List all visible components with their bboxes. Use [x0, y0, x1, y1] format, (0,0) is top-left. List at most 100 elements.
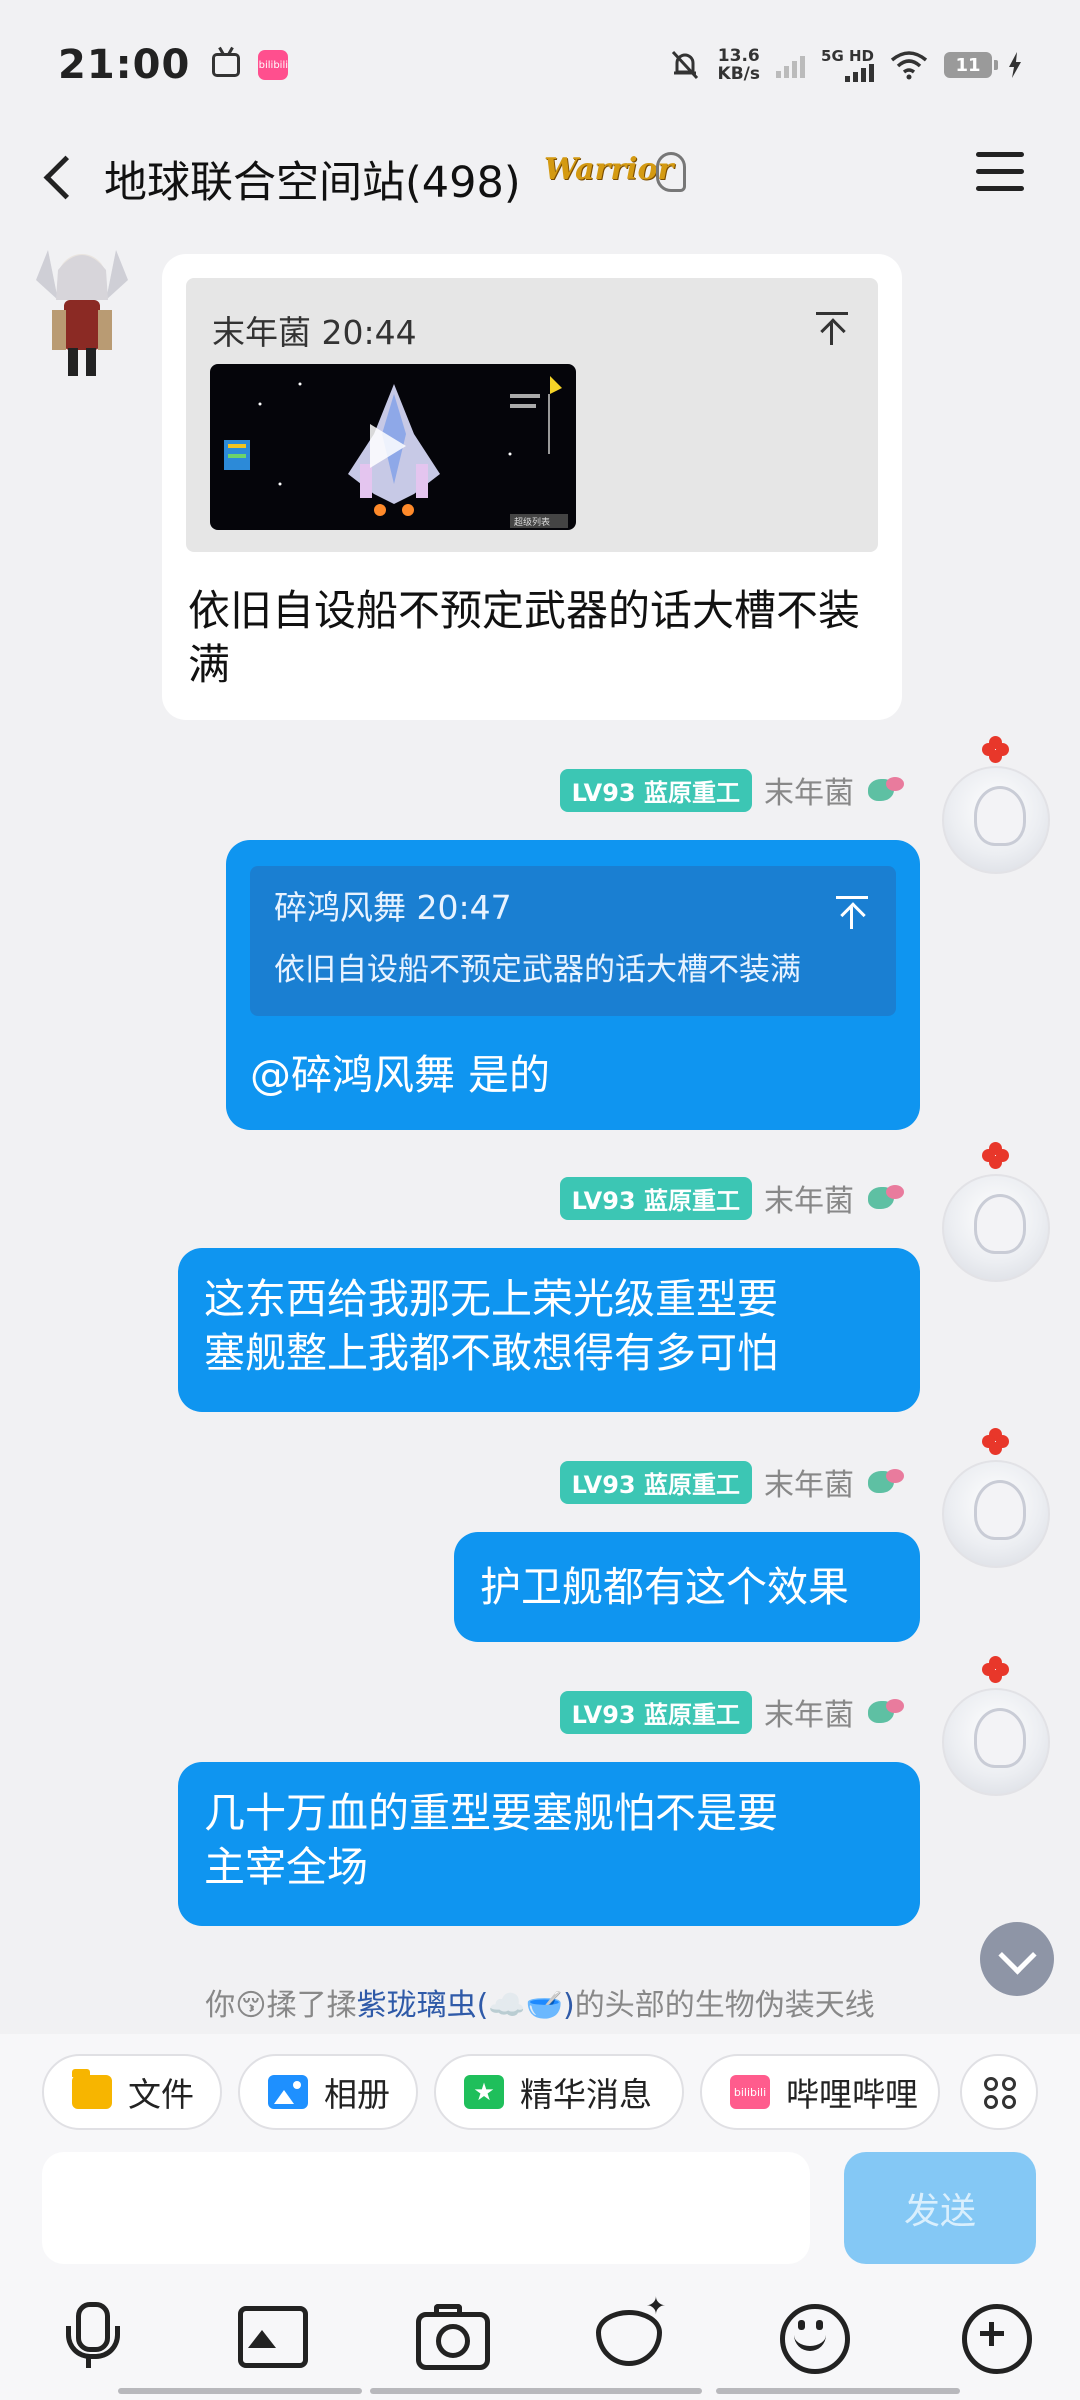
album-icon	[268, 2075, 308, 2109]
flower-accessory	[982, 1142, 1010, 1170]
microphone-icon[interactable]	[52, 2296, 128, 2372]
more-apps-button[interactable]	[960, 2054, 1038, 2130]
battery-icon: 11	[944, 52, 998, 78]
message-bubble[interactable]: 末年菌 20:44 超级列表 依旧自设船不预定武器的话大槽不装满	[162, 254, 902, 720]
net-speed-unit: KB/s	[717, 64, 761, 84]
sender-row: LV93 蓝原重工 末年菌	[559, 768, 906, 812]
quick-action-label: 哔哩哔哩	[786, 2075, 918, 2114]
chat-header: 地球联合空间站(498) Warrior	[0, 130, 1080, 230]
ear-icon[interactable]	[656, 152, 686, 192]
sender-row: LV93 蓝原重工 末年菌	[559, 1460, 906, 1504]
notice-action: 揉了揉	[266, 1988, 357, 2023]
status-time: 21:00	[58, 42, 191, 88]
image-icon[interactable]	[232, 2296, 308, 2372]
jump-to-quote-icon[interactable]	[816, 312, 848, 345]
quick-action-label: 精华消息	[520, 2075, 652, 2114]
quick-action-album[interactable]: 相册	[238, 2054, 418, 2130]
avatar-other[interactable]	[28, 240, 136, 380]
scroll-to-bottom-button[interactable]	[980, 1922, 1054, 1996]
quick-action-row: 文件 相册 ★ 精华消息 bilibili 哔哩哔哩	[0, 2054, 1080, 2132]
message-bubble[interactable]: 这东西给我那无上荣光级重型要 塞舰整上我都不敢想得有多可怕	[178, 1248, 920, 1412]
message-text: 依旧自设船不预定武器的话大槽不装满	[188, 586, 861, 689]
notice-suffix: 的头部的生物伪装天线	[574, 1988, 875, 2023]
status-bar: 21:00 bilibili 13.6 KB/s 5G HD 11	[0, 0, 1080, 130]
avatar-self[interactable]	[942, 1174, 1050, 1282]
sender-name[interactable]: 末年菌	[764, 1690, 854, 1734]
signal-1-icon	[776, 52, 806, 78]
dragon-icon	[866, 1467, 906, 1497]
dragon-icon	[866, 775, 906, 805]
warrior-badge[interactable]: Warrior	[544, 152, 673, 187]
star-icon: ★	[464, 2075, 504, 2109]
sender-name[interactable]: 末年菌	[764, 1460, 854, 1504]
avatar-self[interactable]	[942, 1688, 1050, 1796]
gesture-bar	[118, 2388, 962, 2396]
camera-icon[interactable]	[412, 2296, 490, 2372]
quote-author-time: 末年菌 20:44	[212, 313, 417, 352]
message-text-line: 这东西给我那无上荣光级重型要	[204, 1275, 778, 1323]
flower-accessory	[982, 736, 1010, 764]
net-speed-value: 13.6	[717, 46, 760, 66]
message-text-line: 主宰全场	[204, 1843, 368, 1891]
avatar-self[interactable]	[942, 766, 1050, 874]
level-badge[interactable]: LV93 蓝原重工	[559, 1690, 752, 1734]
jump-to-quote-icon[interactable]	[836, 896, 868, 929]
sender-name[interactable]: 末年菌	[764, 1176, 854, 1220]
message-bubble[interactable]: 护卫舰都有这个效果	[454, 1532, 920, 1642]
message-bubble[interactable]: 几十万血的重型要塞舰怕不是要 主宰全场	[178, 1762, 920, 1926]
input-panel: 文件 相册 ★ 精华消息 bilibili 哔哩哔哩 发送	[0, 2034, 1080, 2400]
quick-action-label: 相册	[324, 2075, 390, 2114]
grid-icon	[984, 2077, 1018, 2111]
level-badge[interactable]: LV93 蓝原重工	[559, 1460, 752, 1504]
quoted-message[interactable]: 末年菌 20:44 超级列表	[186, 278, 878, 552]
quick-action-file[interactable]: 文件	[42, 2054, 222, 2130]
plus-icon[interactable]	[954, 2296, 1032, 2374]
message-text: @碎鸿风舞 是的	[250, 1051, 551, 1099]
notice-emoji: 😚	[235, 1988, 267, 2023]
network-type: 5G HD	[821, 46, 874, 65]
sender-name[interactable]: 末年菌	[764, 768, 854, 812]
toolbar	[0, 2292, 1080, 2376]
bilibili-icon: bilibili	[730, 2075, 770, 2109]
folder-icon	[72, 2069, 112, 2109]
level-badge[interactable]: LV93 蓝原重工	[559, 768, 752, 812]
menu-button[interactable]	[976, 152, 1026, 196]
net-speed: 13.6 KB/s	[718, 47, 760, 83]
mask-effect-icon[interactable]	[590, 2292, 666, 2372]
notice-prefix: 你	[205, 1988, 236, 2023]
message-text-line: 塞舰整上我都不敢想得有多可怕	[204, 1329, 778, 1377]
quote-text: 依旧自设船不预定武器的话大槽不装满	[274, 952, 801, 988]
quick-action-bilibili[interactable]: bilibili 哔哩哔哩	[700, 2054, 940, 2130]
play-icon[interactable]	[370, 424, 406, 468]
charging-icon	[1009, 52, 1021, 78]
sender-row: LV93 蓝原重工 末年菌	[559, 1690, 906, 1734]
send-button[interactable]: 发送	[844, 2152, 1036, 2264]
wifi-icon	[890, 51, 928, 80]
dragon-icon	[866, 1183, 906, 1213]
mute-bell-icon	[671, 50, 698, 80]
back-button[interactable]	[36, 150, 96, 210]
quick-action-essence[interactable]: ★ 精华消息	[434, 2054, 684, 2130]
dragon-icon	[866, 1697, 906, 1727]
quoted-message[interactable]: 碎鸿风舞 20:47 依旧自设船不预定武器的话大槽不装满	[250, 866, 896, 1016]
video-thumbnail[interactable]: 超级列表	[210, 364, 576, 530]
notice-target-emojis[interactable]: (☁️🥣)	[477, 1988, 575, 2023]
quick-action-label: 文件	[128, 2075, 194, 2114]
level-badge[interactable]: LV93 蓝原重工	[559, 1176, 752, 1220]
system-notice: 你😚揉了揉紫珑璃虫(☁️🥣)的头部的生物伪装天线	[0, 1980, 1080, 2024]
notice-target[interactable]: 紫珑璃虫	[357, 1988, 477, 2023]
avatar-self[interactable]	[942, 1460, 1050, 1568]
emoji-icon[interactable]	[772, 2296, 850, 2374]
message-input[interactable]	[42, 2152, 810, 2264]
message-bubble[interactable]: 碎鸿风舞 20:47 依旧自设船不预定武器的话大槽不装满 @碎鸿风舞 是的	[226, 840, 920, 1130]
tv-app-icon	[212, 53, 241, 77]
flower-accessory	[982, 1656, 1010, 1684]
message-text-line: 几十万血的重型要塞舰怕不是要	[204, 1789, 778, 1837]
bilibili-app-icon: bilibili	[258, 50, 289, 80]
flower-accessory	[982, 1428, 1010, 1456]
sender-row: LV93 蓝原重工 末年菌	[559, 1176, 906, 1220]
video-overlay-label: 超级列表	[514, 516, 550, 528]
group-title[interactable]: 地球联合空间站(498)	[104, 148, 521, 210]
quote-author-time: 碎鸿风舞 20:47	[274, 888, 512, 927]
message-text: 护卫舰都有这个效果	[480, 1563, 849, 1611]
